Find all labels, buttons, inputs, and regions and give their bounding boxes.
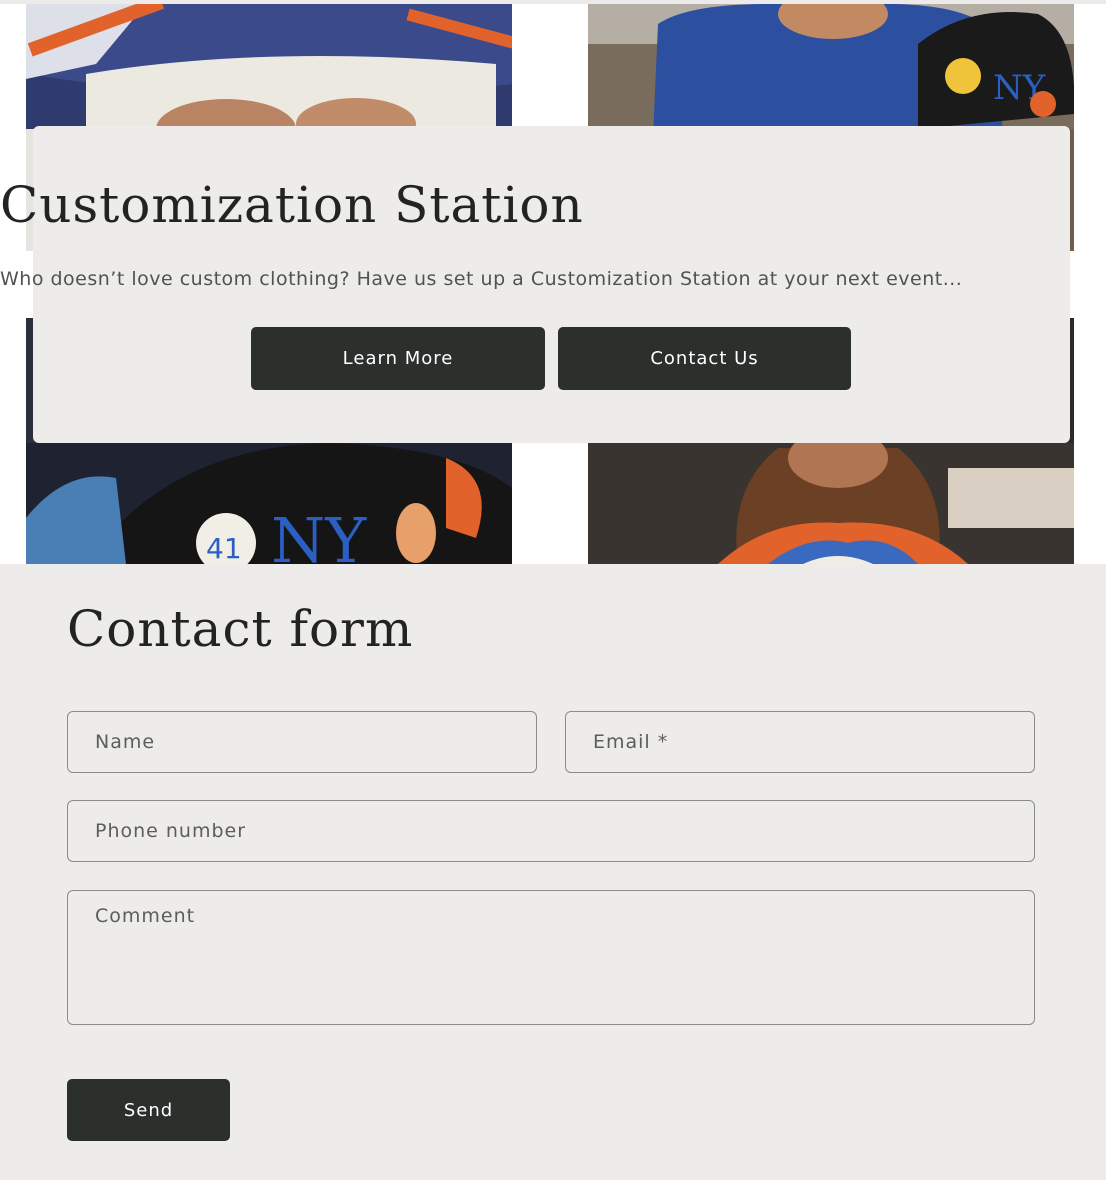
name-field[interactable] — [67, 711, 537, 773]
comment-field[interactable] — [67, 890, 1035, 1025]
phone-field[interactable] — [67, 800, 1035, 862]
svg-text:41: 41 — [206, 532, 242, 564]
contact-us-button[interactable]: Contact Us — [558, 327, 851, 390]
email-field[interactable] — [565, 711, 1035, 773]
learn-more-button[interactable]: Learn More — [251, 327, 545, 390]
promo-title: Customization Station — [0, 176, 584, 234]
send-button[interactable]: Send — [67, 1079, 230, 1141]
svg-text:NY: NY — [271, 504, 367, 564]
promo-description: Who doesn’t love custom clothing? Have u… — [0, 268, 963, 290]
contact-form-title: Contact form — [67, 600, 414, 658]
